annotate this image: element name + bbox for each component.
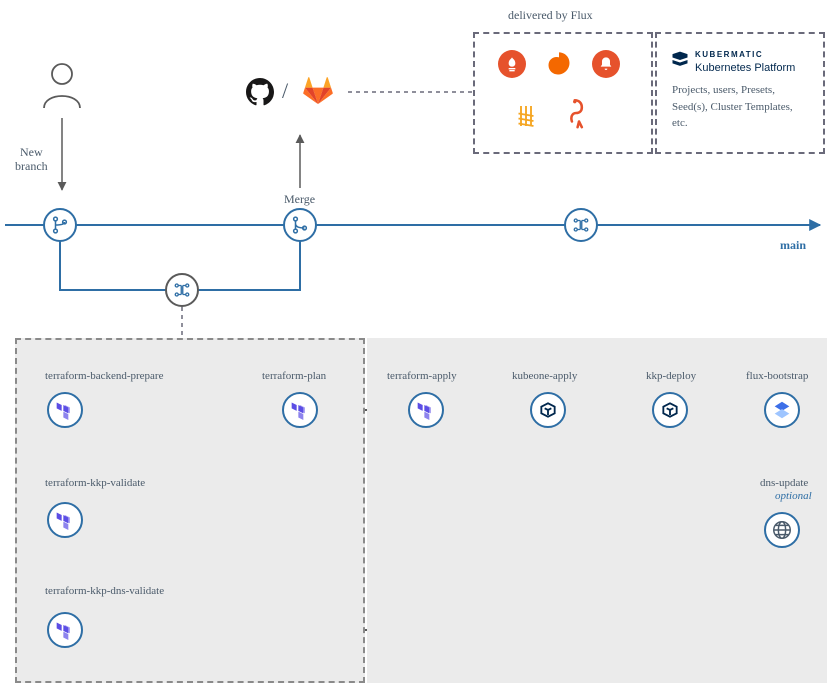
branch-node — [43, 208, 77, 242]
label-tf-backend: terraform-backend-prepare — [45, 370, 163, 383]
node-kkp-deploy — [652, 392, 688, 428]
vcs-separator: / — [282, 78, 288, 104]
label-tf-apply: terraform-apply — [387, 370, 457, 383]
label-tf-plan: terraform-plan — [262, 370, 326, 383]
grafana-icon — [545, 50, 573, 78]
gitlab-icon — [300, 72, 336, 112]
merge-node — [283, 208, 317, 242]
node-tf-plan — [282, 392, 318, 428]
github-icon — [246, 78, 274, 114]
label-kubeone-apply: kubeone-apply — [512, 370, 577, 383]
node-tf-kkp-dns — [47, 612, 83, 648]
label-optional: optional — [775, 490, 812, 503]
delivered-label: delivered by Flux — [508, 8, 593, 22]
merge-label: Merge — [284, 192, 315, 206]
flamingo-icon — [562, 96, 596, 130]
kubermatic-title: KUBERMATIC — [695, 50, 763, 59]
ci-branch-node — [165, 273, 199, 307]
new-branch-label: New branch — [15, 145, 48, 174]
alertmanager-icon — [592, 50, 620, 78]
ci-main-node — [564, 208, 598, 242]
node-dns-update — [764, 512, 800, 548]
label-kkp-deploy: kkp-deploy — [646, 370, 696, 383]
kubermatic-subtitle: Kubernetes Platform — [695, 62, 795, 74]
node-tf-apply — [408, 392, 444, 428]
prometheus-icon — [498, 50, 526, 78]
node-flux-bootstrap — [764, 392, 800, 428]
loki-icon — [510, 100, 542, 132]
node-tf-backend — [47, 392, 83, 428]
label-flux-bootstrap: flux-bootstrap — [746, 370, 808, 383]
main-label: main — [780, 238, 806, 252]
label-tf-kkp-dns: terraform-kkp-dns-validate — [45, 585, 164, 598]
pipeline-stage-b — [367, 338, 827, 683]
label-tf-kkp-validate: terraform-kkp-validate — [45, 477, 145, 490]
kubermatic-logo — [670, 50, 690, 74]
node-kubeone-apply — [530, 392, 566, 428]
node-tf-kkp-validate — [47, 502, 83, 538]
kubermatic-desc: Projects, users, Presets, Seed(s), Clust… — [672, 82, 812, 132]
label-dns-update: dns-update — [760, 477, 808, 490]
